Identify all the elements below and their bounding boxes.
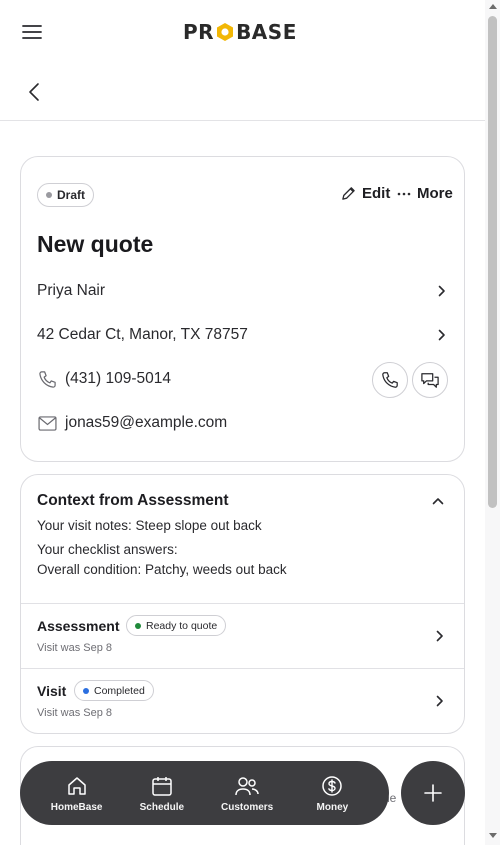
nav-item-customers[interactable]: Customers — [208, 774, 286, 813]
customer-name-row[interactable]: Priya Nair — [37, 276, 450, 306]
menu-button[interactable] — [20, 20, 44, 44]
phone-icon — [382, 372, 398, 388]
checklist-label: Your checklist answers: — [37, 542, 178, 557]
dollar-icon — [322, 775, 343, 796]
mail-icon — [37, 415, 57, 431]
nav-item-homebase[interactable]: HomeBase — [38, 774, 116, 813]
status-badge-label: Completed — [94, 684, 145, 697]
visit-notes: Your visit notes: Steep slope out back — [37, 518, 262, 533]
more-label: More — [417, 185, 453, 202]
phone-icon — [38, 370, 56, 388]
nav-item-money[interactable]: Money — [293, 774, 371, 813]
message-button[interactable] — [412, 362, 448, 398]
assessment-date: Visit was Sep 8 — [37, 642, 113, 654]
hamburger-icon — [22, 25, 42, 39]
visit-date: Visit was Sep 8 — [37, 707, 113, 719]
chevron-left-icon — [29, 83, 39, 101]
more-button[interactable]: More — [397, 185, 453, 202]
chevron-right-icon — [438, 329, 445, 341]
status-dot — [135, 622, 141, 629]
calendar-icon — [152, 776, 172, 796]
pencil-icon — [342, 187, 355, 200]
back-row — [0, 64, 485, 121]
assessment-item[interactable]: Assessment Ready to quote Visit was Sep … — [21, 604, 464, 668]
chevron-right-icon — [436, 630, 443, 642]
customer-phone: (431) 109-5014 — [65, 370, 171, 387]
context-card: Context from Assessment Your visit notes… — [20, 474, 465, 734]
nav-item-schedule[interactable]: Schedule — [123, 774, 201, 813]
status-badge: Ready to quote — [126, 615, 227, 636]
logo-text-left: PR — [183, 20, 215, 44]
probase-logo: PR BASE — [183, 18, 297, 46]
add-button[interactable] — [401, 761, 465, 825]
logo-text-right: BASE — [236, 20, 297, 44]
nav-label: Money — [316, 801, 349, 813]
home-icon — [67, 776, 86, 795]
ellipsis-icon — [397, 192, 411, 195]
customer-email: jonas59@example.com — [65, 414, 228, 431]
customer-name: Priya Nair — [37, 282, 106, 299]
status-badge-label: Draft — [57, 188, 86, 202]
plus-icon — [424, 784, 442, 802]
scrollbar-thumb[interactable] — [488, 16, 497, 508]
visit-item[interactable]: Visit Completed Visit was Sep 8 — [21, 669, 464, 733]
status-dot — [83, 687, 89, 694]
collapse-button[interactable] — [430, 493, 446, 509]
status-dot — [46, 192, 52, 198]
assessment-title: Assessment — [37, 618, 120, 634]
top-bar: PR BASE — [0, 0, 485, 64]
quote-card: Draft Edit More New quote Priya Nair 42 … — [20, 156, 465, 462]
scroll-down-arrow-icon[interactable] — [489, 833, 497, 838]
email-row: jonas59@example.com — [37, 408, 450, 438]
page-title: New quote — [37, 231, 154, 257]
checklist-answer: Overall condition: Patchy, weeds out bac… — [37, 562, 287, 577]
phone-row: (431) 109-5014 — [37, 362, 450, 398]
customer-address: 42 Cedar Ct, Manor, TX 78757 — [37, 326, 248, 343]
status-badge: Completed — [74, 680, 154, 701]
chevron-up-icon — [432, 498, 444, 505]
chevron-right-icon — [438, 285, 445, 297]
logo-hex-icon — [217, 23, 234, 41]
chat-icon — [421, 373, 439, 388]
call-button[interactable] — [372, 362, 408, 398]
scrollbar[interactable] — [485, 0, 500, 845]
status-badge-label: Ready to quote — [146, 619, 218, 632]
scroll-up-arrow-icon[interactable] — [489, 4, 497, 9]
visit-title: Visit — [37, 683, 67, 699]
nav-label: Customers — [221, 801, 274, 813]
address-row[interactable]: 42 Cedar Ct, Manor, TX 78757 — [37, 320, 450, 350]
nav-label: Schedule — [139, 801, 185, 813]
edit-button[interactable]: Edit — [341, 185, 390, 202]
edit-label: Edit — [362, 185, 391, 202]
nav-label: HomeBase — [50, 801, 103, 813]
chevron-right-icon — [436, 695, 443, 707]
context-title: Context from Assessment — [37, 492, 229, 509]
back-button[interactable] — [22, 80, 46, 104]
people-icon — [235, 776, 259, 795]
status-badge: Draft — [37, 183, 95, 207]
bottom-nav: HomeBase Schedule Customers Money — [20, 761, 389, 825]
